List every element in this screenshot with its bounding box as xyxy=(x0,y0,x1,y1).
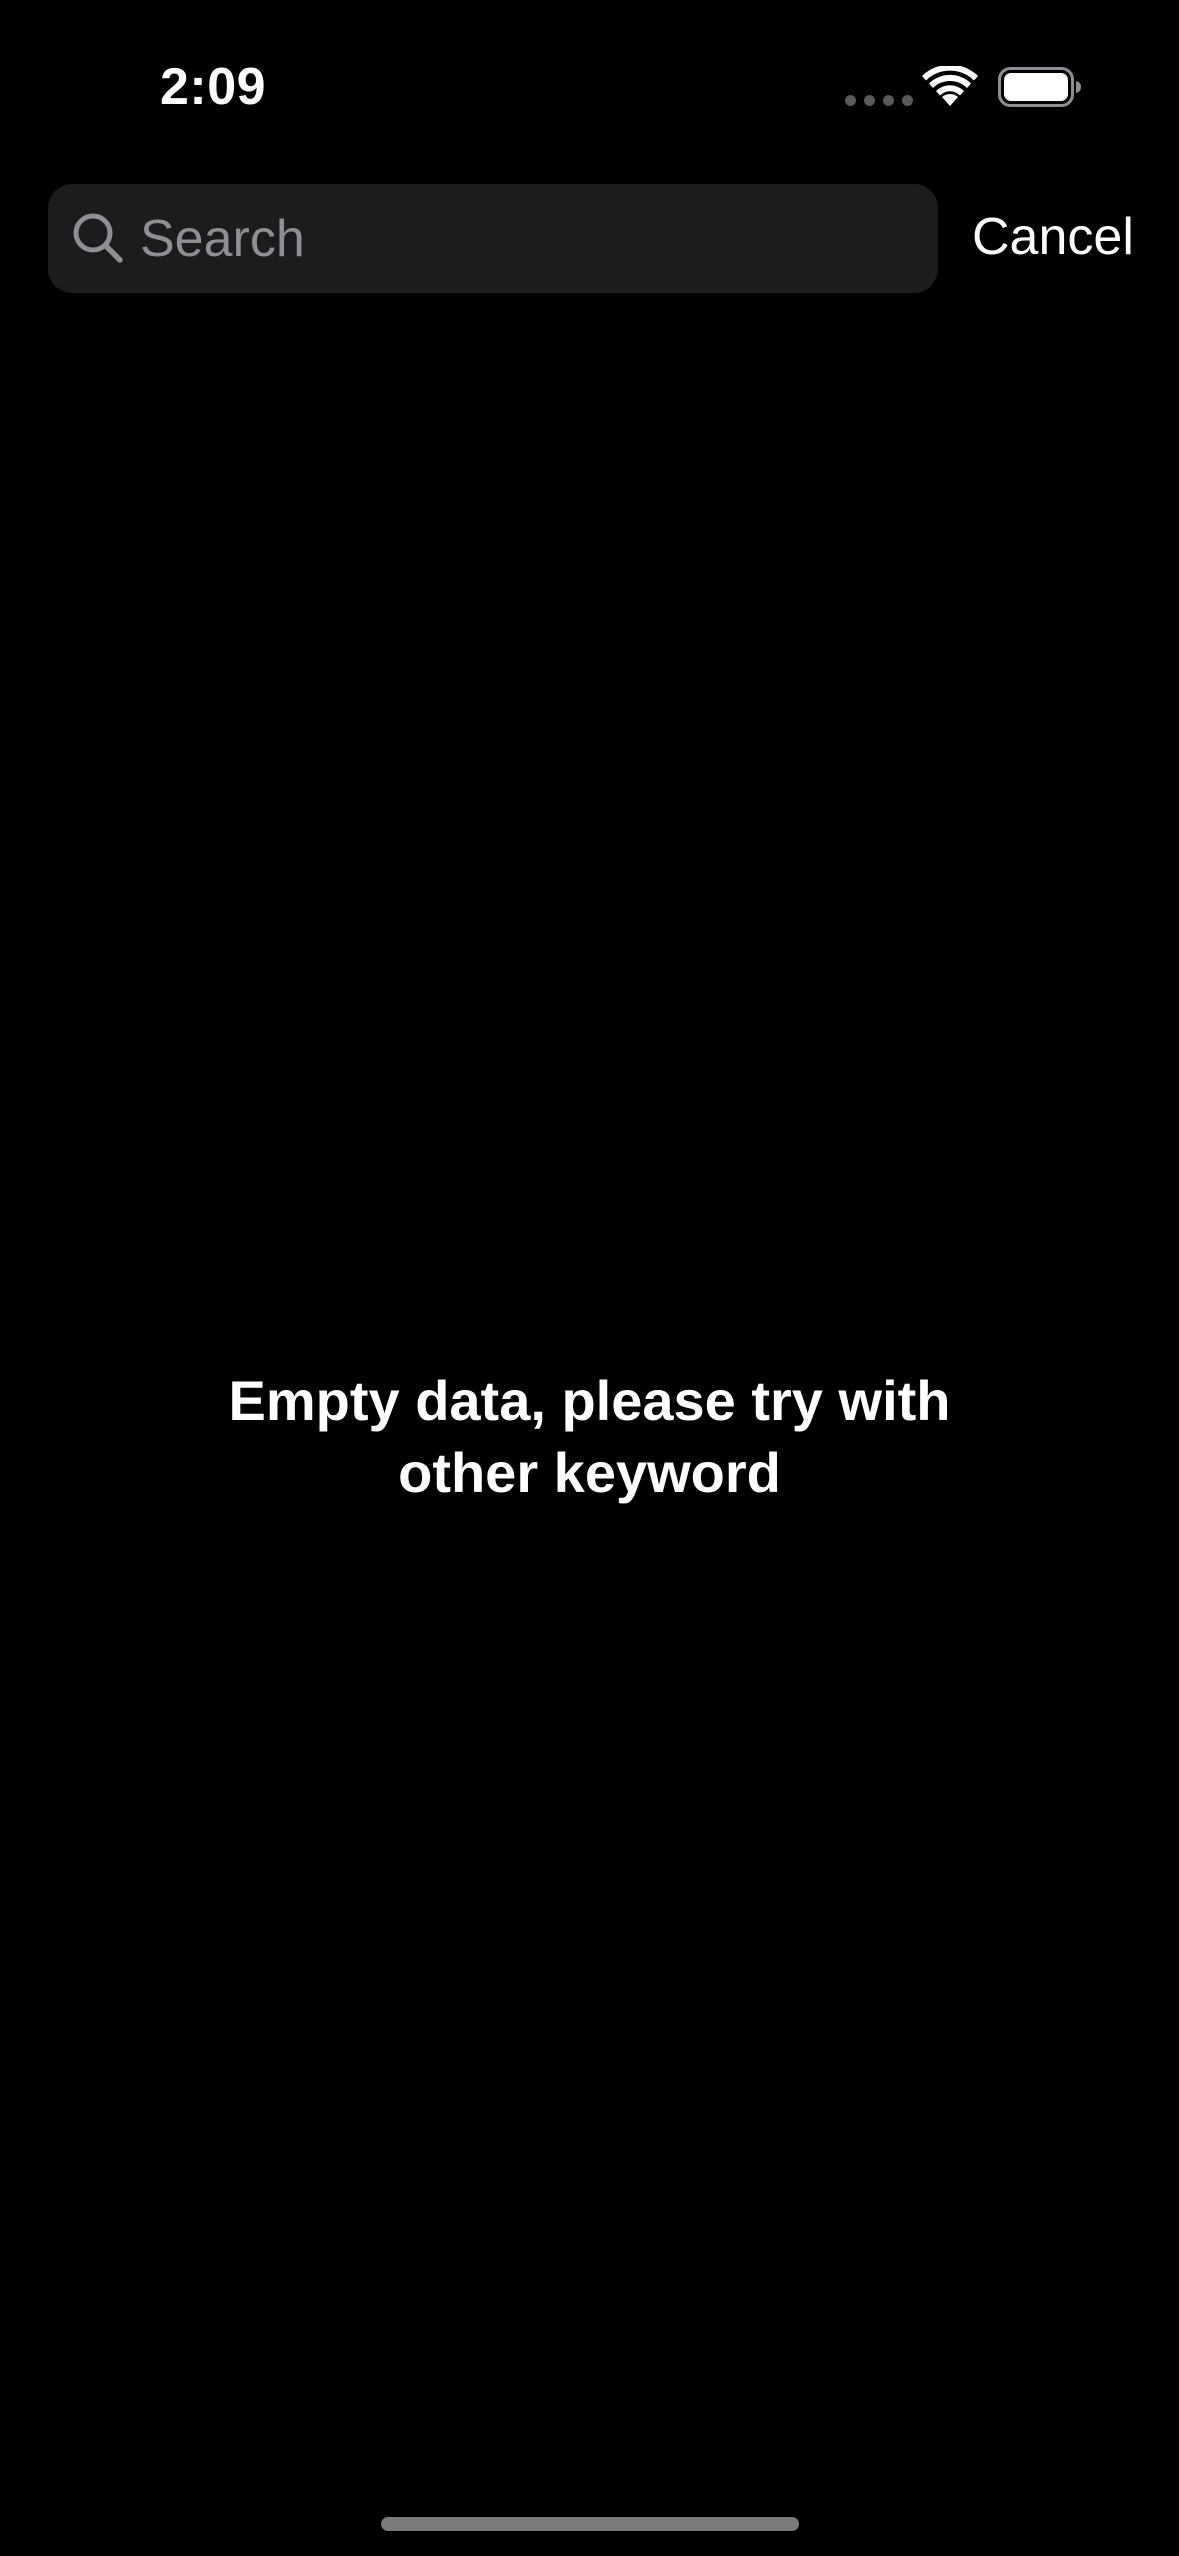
empty-state-line-1: Empty data, please try with xyxy=(228,1369,951,1432)
wifi-icon xyxy=(922,66,978,106)
cancel-button[interactable]: Cancel xyxy=(972,200,1134,274)
search-icon xyxy=(73,213,123,263)
battery-icon xyxy=(998,67,1081,107)
signal-dots-icon xyxy=(845,95,913,106)
home-indicator[interactable] xyxy=(381,2517,799,2531)
empty-state-message: Empty data, please try with other keywor… xyxy=(0,1365,1179,1509)
status-time: 2:09 xyxy=(160,58,267,116)
search-field[interactable] xyxy=(48,184,938,293)
empty-state-line-2: other keyword xyxy=(398,1441,781,1504)
search-input[interactable] xyxy=(140,184,910,293)
